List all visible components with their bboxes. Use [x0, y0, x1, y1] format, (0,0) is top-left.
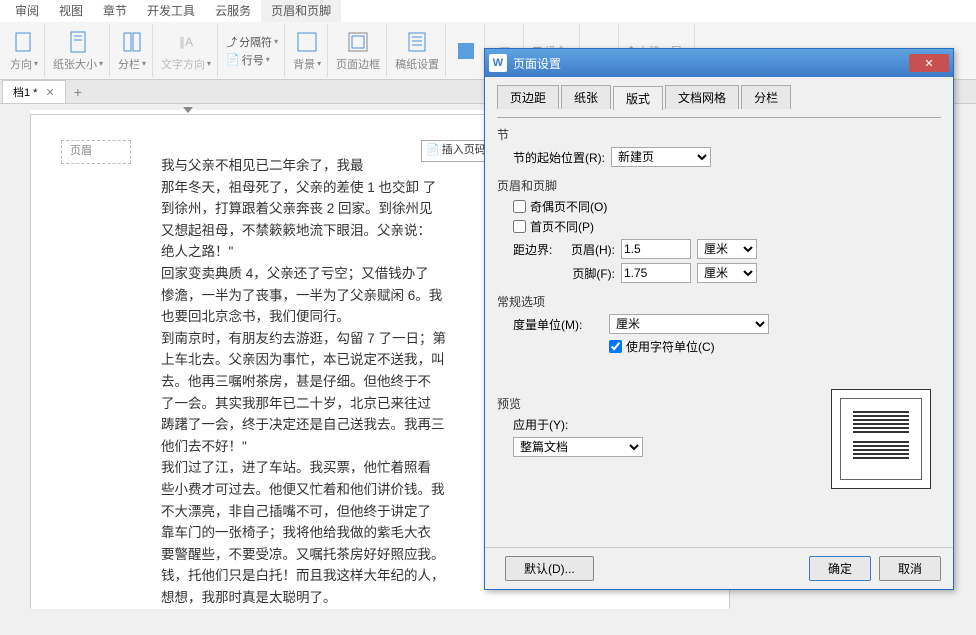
close-icon[interactable]: ✕ [45, 86, 54, 99]
section-start-select[interactable]: 新建页 [611, 147, 711, 167]
more-group1[interactable] [448, 24, 485, 77]
add-tab-button[interactable]: + [66, 84, 90, 100]
selection-icon [454, 39, 478, 63]
general-group-title: 常规选项 [497, 293, 941, 310]
ribbon-tab-0[interactable]: 审阅 [5, 0, 49, 22]
orient-icon [12, 30, 36, 54]
ribbon-tab-1[interactable]: 视图 [49, 0, 93, 22]
textdir-label: 文字方向 [161, 56, 205, 72]
draft-icon [405, 30, 429, 54]
ribbon-tab-5[interactable]: 页眉和页脚 [261, 0, 341, 22]
bg-group[interactable]: 背景▾ [287, 24, 328, 77]
draft-group[interactable]: 稿纸设置 [389, 24, 446, 77]
ribbon-tab-3[interactable]: 开发工具 [137, 0, 205, 22]
columns-group[interactable]: 分栏▾ [112, 24, 153, 77]
size-label: 纸张大小 [53, 56, 97, 72]
odd-even-checkbox[interactable] [513, 200, 526, 213]
footer-dist-input[interactable] [621, 263, 691, 283]
orient-group[interactable]: 方向▾ [4, 24, 45, 77]
separator-item[interactable]: ⤴ 分隔符▾ [226, 34, 278, 50]
dialog-titlebar[interactable]: W 页面设置 ✕ [485, 49, 953, 77]
measure-unit-select[interactable]: 厘米 [609, 314, 769, 334]
ribbon-tab-4[interactable]: 云服务 [205, 0, 261, 22]
doc-tab[interactable]: 档1 * ✕ [2, 80, 66, 103]
lineno-item[interactable]: 📄 行号▾ [226, 52, 278, 68]
bg-label: 背景 [293, 56, 315, 72]
section-start-label: 节的起始位置(R): [513, 149, 605, 166]
size-group[interactable]: 纸张大小▾ [47, 24, 110, 77]
measure-unit-label: 度量单位(M): [513, 316, 603, 333]
footer-dist-label: 页脚(F): [565, 265, 615, 282]
columns-icon [120, 30, 144, 54]
default-button[interactable]: 默认(D)... [505, 556, 594, 581]
apply-to-select[interactable]: 整篇文档 [513, 437, 643, 457]
apply-to-label: 应用于(Y): [513, 416, 583, 433]
doc-line: 我说道，"爸爸，你走吧。" 他望车外看了看，说，"我买几个橘子去。你就在 [161, 608, 599, 609]
textdir-icon: ∥A [174, 30, 198, 54]
size-icon [66, 30, 90, 54]
columns-label: 分栏 [118, 56, 140, 72]
header-unit-select[interactable]: 厘米 [697, 239, 757, 259]
doc-tab-label: 档1 * [13, 84, 37, 100]
app-icon: W [489, 54, 507, 72]
header-dist-label: 页眉(H): [565, 241, 615, 258]
first-page-label: 首页不同(P) [530, 218, 594, 235]
page-setup-dialog: W 页面设置 ✕ 页边距纸张版式文档网格分栏 节 节的起始位置(R): 新建页 … [484, 48, 954, 590]
hf-group-title: 页眉和页脚 [497, 177, 941, 194]
dlg-tab-2[interactable]: 版式 [613, 86, 663, 110]
cancel-button[interactable]: 取消 [879, 556, 941, 581]
draft-label: 稿纸设置 [395, 56, 439, 72]
dlg-tab-3[interactable]: 文档网格 [665, 85, 739, 109]
orient-label: 方向 [10, 56, 32, 72]
dlg-tab-1[interactable]: 纸张 [561, 85, 611, 109]
char-unit-label: 使用字符单位(C) [626, 338, 715, 355]
pageborder-label: 页面边框 [336, 56, 380, 72]
textdir-group[interactable]: ∥A 文字方向▾ [155, 24, 218, 77]
footer-unit-select[interactable]: 厘米 [697, 263, 757, 283]
ok-button[interactable]: 确定 [809, 556, 871, 581]
dialog-title: 页面设置 [513, 55, 909, 72]
first-page-checkbox[interactable] [513, 220, 526, 233]
doc-line: 想想，我那时真是太聪明了。 [161, 587, 599, 609]
bg-icon [295, 30, 319, 54]
dlg-tab-4[interactable]: 分栏 [741, 85, 791, 109]
close-button[interactable]: ✕ [909, 54, 949, 72]
char-unit-checkbox[interactable] [609, 340, 622, 353]
section-group-title: 节 [497, 126, 941, 143]
ribbon-tab-2[interactable]: 章节 [93, 0, 137, 22]
pageborder-group[interactable]: 页面边框 [330, 24, 387, 77]
preview-box [831, 389, 931, 489]
dlg-tab-0[interactable]: 页边距 [497, 85, 559, 109]
margin-label: 距边界: [513, 241, 559, 258]
page-header-zone[interactable]: 页眉 [61, 140, 131, 164]
header-dist-input[interactable] [621, 239, 691, 259]
odd-even-label: 奇偶页不同(O) [530, 198, 607, 215]
pageborder-icon [346, 30, 370, 54]
